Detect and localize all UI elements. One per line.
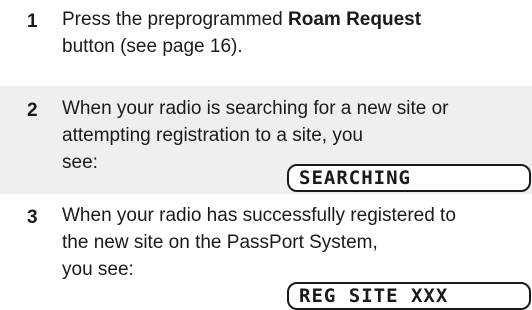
step-line: button (see page 16). [62,36,243,57]
step-text-plain: Press the preprogrammed [62,9,288,30]
step-number: 1 [27,11,38,32]
radio-display-searching: SEARCHING [287,164,531,192]
step-number: 2 [27,100,38,121]
step-number: 3 [27,207,38,228]
radio-display-reg-site: REG SITE XXX [287,282,531,310]
step-line: attempting registration to a site, you [62,125,363,146]
step-text: When your radio has successfully registe… [62,202,532,283]
step-line: you see: [62,259,134,280]
step-3: 3 When your radio has successfully regis… [0,194,532,310]
step-line: the new site on the PassPort System, [62,232,378,253]
step-text: Press the preprogrammed Roam Request but… [62,6,532,60]
step-line: Press the preprogrammed Roam Request [62,6,532,33]
step-2: 2 When your radio is searching for a new… [0,86,532,194]
roam-request-button-name: Roam Request [288,9,422,30]
step-1: 1 Press the preprogrammed Roam Request b… [0,0,532,86]
step-line: When your radio has successfully registe… [62,205,456,226]
step-line: When your radio is searching for a new s… [62,98,449,119]
